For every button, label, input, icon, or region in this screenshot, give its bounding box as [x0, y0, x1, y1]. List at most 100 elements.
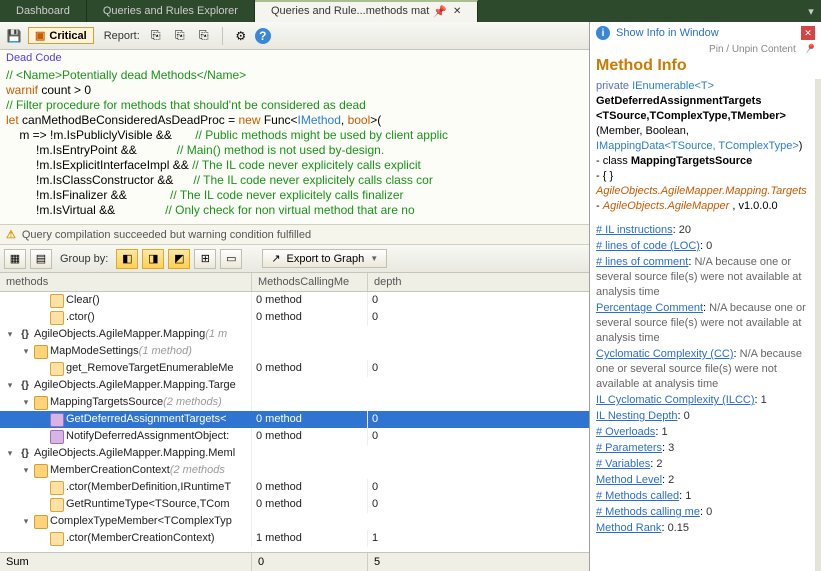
groupby-opt-2[interactable]: ◨ [142, 249, 164, 269]
row-count: (1 method) [139, 343, 192, 360]
cell-calling: 1 method [252, 530, 368, 547]
col-header-depth[interactable]: depth [368, 273, 589, 291]
results-toolbar: ▦ ▤ Group by: ◧ ◨ ◩ ⊞ ▭ ↗ Export to Grap… [0, 245, 589, 273]
table-row[interactable]: .ctor(MemberDefinition,IRuntimeT0 method… [0, 479, 589, 496]
table-row[interactable]: ▾MapModeSettings (1 method) [0, 343, 589, 360]
metric-row: # Methods called: 1 [596, 489, 809, 504]
row-label: .ctor(MemberCreationContext) [66, 530, 215, 547]
table-row[interactable]: ▾AgileObjects.AgileMapper.Mapping.Targe [0, 377, 589, 394]
table-row[interactable]: ▾ AgileObjects.AgileMapper.Mapping.Meml [0, 445, 589, 462]
expand-toggle[interactable]: ▾ [4, 445, 16, 462]
cls-icon [34, 515, 48, 529]
metric-row: Method Rank: 0.15 [596, 521, 809, 536]
pin-label[interactable]: Pin / Unpin Content [709, 44, 796, 55]
asm-ver: , v1.0.0.0 [732, 200, 777, 212]
tab-close-icon[interactable]: ✕ [453, 6, 461, 17]
chevron-down-icon: ▼ [370, 254, 378, 263]
report-export-2[interactable]: ⎘ [170, 26, 190, 46]
row-label: AgileObjects.AgileMapper.Mapping.Meml [34, 445, 235, 462]
metric-link[interactable]: # Parameters [596, 442, 662, 454]
table-row[interactable]: ▾ ComplexTypeMember<TComplexTyp [0, 513, 589, 530]
tab-pin-icon[interactable]: 📌 [433, 5, 447, 18]
groupby-opt-5[interactable]: ▭ [220, 249, 242, 269]
settings-button[interactable]: ⚙ [231, 26, 251, 46]
metric-link[interactable]: # lines of comment [596, 256, 688, 268]
col-header-methods[interactable]: methods [0, 273, 252, 291]
cell-calling: 0 method [252, 479, 368, 496]
expand-toggle[interactable]: ▾ [20, 394, 32, 411]
table-row[interactable]: Clear()0 method0 [0, 292, 589, 309]
tab-0[interactable]: Dashboard [0, 0, 87, 22]
toolbar-separator [222, 27, 223, 45]
report-export-1[interactable]: ⎘ [146, 26, 166, 46]
metric-link[interactable]: # IL instructions [596, 224, 673, 236]
metric-value: 1 [761, 394, 767, 406]
info-panel: i Show Info in Window ✕ Pin / Unpin Cont… [590, 22, 821, 571]
groupby-label: Group by: [60, 253, 108, 265]
query-title: Dead Code [0, 50, 589, 66]
table-row[interactable]: NotifyDeferredAssignmentObject:0 method0 [0, 428, 589, 445]
report-export-3[interactable]: ⎘ [194, 26, 214, 46]
metric-link[interactable]: Method Rank [596, 522, 661, 534]
expand-toggle[interactable]: ▾ [4, 326, 16, 343]
mthp-icon [50, 498, 64, 512]
table-row[interactable]: .ctor()0 method0 [0, 309, 589, 326]
tab-1[interactable]: Queries and Rules Explorer [87, 0, 255, 22]
save-button[interactable]: 💾 [4, 26, 24, 46]
groupby-opt-3[interactable]: ◩ [168, 249, 190, 269]
table-row[interactable]: get_RemoveTargetEnumerableMe0 method0 [0, 360, 589, 377]
metric-link[interactable]: Percentage Comment [596, 302, 703, 314]
tabbar-menu-button[interactable]: ▾ [801, 0, 821, 22]
row-label: ComplexTypeMember<TComplexTyp [50, 513, 232, 530]
export-to-graph-button[interactable]: ↗ Export to Graph ▼ [262, 249, 387, 268]
metric-link[interactable]: # Methods called [596, 490, 679, 502]
ns-icon [18, 328, 32, 342]
metric-link[interactable]: # lines of code (LOC) [596, 240, 700, 252]
groupby-opt-1[interactable]: ◧ [116, 249, 138, 269]
expand-toggle[interactable]: ▾ [20, 462, 32, 479]
table-row[interactable]: ▾MappingTargetsSource (2 methods) [0, 394, 589, 411]
results-tool-1[interactable]: ▦ [4, 249, 26, 269]
metric-link[interactable]: IL Cyclomatic Complexity (ILCC) [596, 394, 755, 406]
show-info-in-window-link[interactable]: Show Info in Window [616, 27, 719, 39]
pin-icon[interactable]: 📍 [801, 41, 818, 57]
row-label: MemberCreationContext [50, 462, 170, 479]
critical-button[interactable]: ▣ Critical [28, 27, 94, 44]
metric-row: Cyclomatic Complexity (CC): N/A because … [596, 347, 809, 392]
results-tool-2[interactable]: ▤ [30, 249, 52, 269]
results-tree[interactable]: Clear()0 method0.ctor()0 method0▾AgileOb… [0, 292, 589, 552]
row-label: .ctor() [66, 309, 95, 326]
warning-icon: ⚠ [6, 228, 16, 241]
cell-calling: 0 method [252, 360, 368, 377]
groupby-opt-4[interactable]: ⊞ [194, 249, 216, 269]
metric-row: # lines of comment: N/A because one or s… [596, 255, 809, 300]
cell-depth: 0 [368, 496, 589, 513]
metric-link[interactable]: Method Level [596, 474, 662, 486]
main-area: 💾 ▣ Critical Report: ⎘ ⎘ ⎘ ⚙ ? Dead Code… [0, 22, 821, 571]
metric-row: # IL instructions: 20 [596, 223, 809, 238]
metric-link[interactable]: Cyclomatic Complexity (CC) [596, 348, 734, 360]
tab-2[interactable]: Queries and Rule...methods mat📌✕ [255, 0, 478, 22]
table-row[interactable]: .ctor(MemberCreationContext)1 method1 [0, 530, 589, 547]
cell-depth: 0 [368, 292, 589, 309]
col-header-calling[interactable]: MethodsCallingMe [252, 273, 368, 291]
info-close-button[interactable]: ✕ [801, 26, 815, 40]
expand-toggle[interactable]: ▾ [4, 377, 16, 394]
metric-link[interactable]: # Methods calling me [596, 506, 700, 518]
table-row[interactable]: GetDeferredAssignmentTargets<0 method0 [0, 411, 589, 428]
metric-link[interactable]: # Overloads [596, 426, 655, 438]
metric-link[interactable]: # Variables [596, 458, 650, 470]
expand-toggle[interactable]: ▾ [20, 513, 32, 530]
metric-link[interactable]: IL Nesting Depth [596, 410, 678, 422]
cell-depth: 0 [368, 411, 589, 428]
expand-toggle[interactable]: ▾ [20, 343, 32, 360]
info-heading: Method Info [590, 57, 821, 79]
code-editor[interactable]: // <Name>Potentially dead Methods</Name>… [0, 66, 589, 224]
metric-row: # Parameters: 3 [596, 441, 809, 456]
compilation-status-text: Query compilation succeeded but warning … [22, 229, 311, 241]
info-scrollbar[interactable] [815, 79, 821, 571]
table-row[interactable]: ▾MemberCreationContext (2 methods [0, 462, 589, 479]
help-button[interactable]: ? [255, 28, 271, 44]
table-row[interactable]: ▾AgileObjects.AgileMapper.Mapping (1 m [0, 326, 589, 343]
table-row[interactable]: GetRuntimeType<TSource,TCom0 method0 [0, 496, 589, 513]
